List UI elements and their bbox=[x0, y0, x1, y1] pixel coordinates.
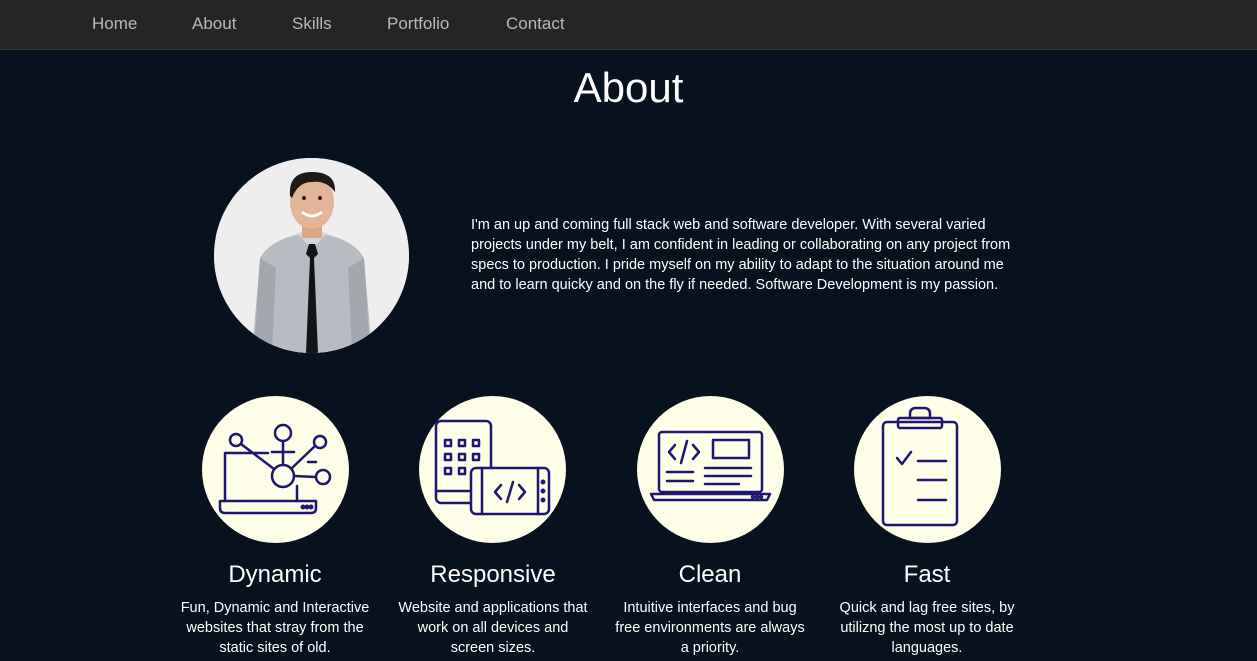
profile-avatar bbox=[214, 158, 409, 353]
feature-desc-dynamic: Fun, Dynamic and Interactive websites th… bbox=[180, 600, 370, 656]
responsive-devices-icon bbox=[419, 396, 566, 543]
feature-title-responsive: Responsive bbox=[430, 561, 556, 588]
about-title: About bbox=[573, 64, 684, 111]
nav-link-about[interactable]: About bbox=[192, 14, 236, 34]
nav-link-contact[interactable]: Contact bbox=[506, 14, 565, 34]
nav-link-portfolio[interactable]: Portfolio bbox=[387, 14, 449, 34]
profile-photo bbox=[214, 158, 409, 353]
nav-link-home[interactable]: Home bbox=[92, 14, 137, 34]
laptop-code-icon bbox=[637, 396, 784, 543]
feature-desc-clean: Intuitive interfaces and bug free enviro… bbox=[615, 600, 805, 656]
feature-desc-fast: Quick and lag free sites, by utilizng th… bbox=[839, 600, 1015, 656]
clipboard-checklist-icon bbox=[854, 396, 1001, 543]
feature-desc-responsive: Website and applications that work on al… bbox=[398, 600, 588, 656]
feature-title-dynamic: Dynamic bbox=[228, 561, 322, 588]
nav-link-skills[interactable]: Skills bbox=[292, 14, 332, 34]
about-bio: I'm an up and coming full stack web and … bbox=[471, 217, 1011, 293]
feature-title-fast: Fast bbox=[903, 561, 951, 588]
laptop-network-icon bbox=[202, 396, 349, 543]
navbar: Home About Skills Portfolio Contact bbox=[0, 0, 1257, 50]
feature-title-clean: Clean bbox=[678, 561, 742, 588]
